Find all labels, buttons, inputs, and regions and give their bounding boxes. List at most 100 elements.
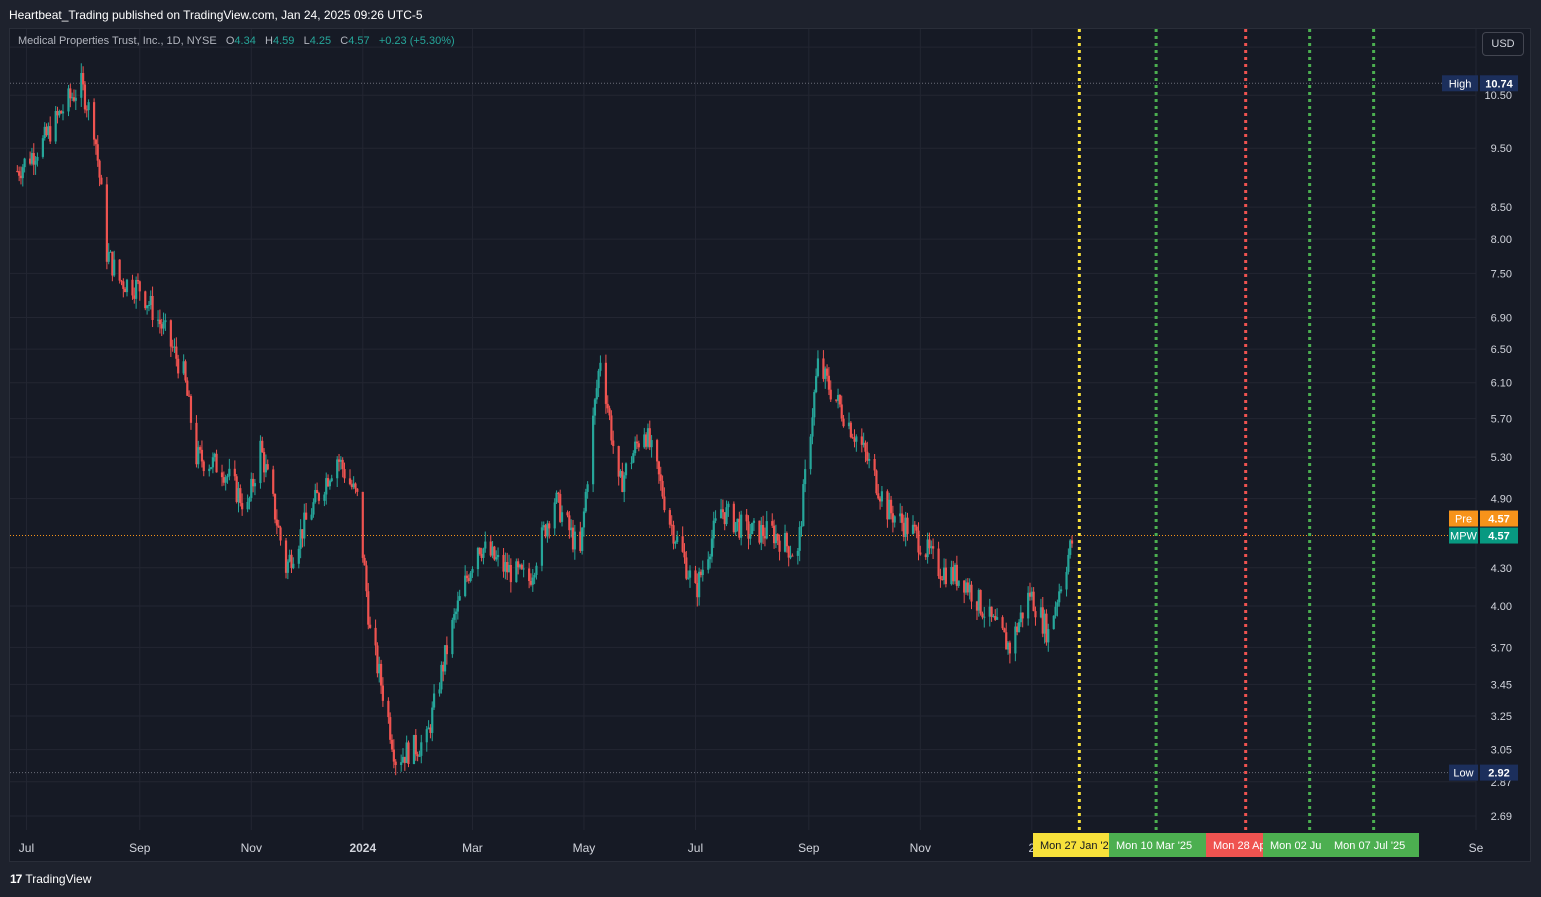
- candle-body: [765, 521, 768, 539]
- candle-body: [277, 525, 280, 528]
- x-tick-label: Sep: [129, 841, 151, 855]
- candle-body: [36, 156, 39, 161]
- candle-body: [586, 484, 589, 492]
- y-tick-label: 2.69: [1491, 811, 1512, 823]
- candle-body: [169, 320, 172, 347]
- candle-body: [1001, 617, 1004, 629]
- candle-body: [661, 480, 664, 497]
- candle-body: [683, 551, 686, 558]
- candle-body: [637, 443, 640, 448]
- candle-body: [74, 97, 77, 101]
- candle-body: [751, 522, 754, 535]
- candle-body: [606, 403, 609, 409]
- candle-body: [875, 470, 878, 494]
- y-tick-label: 9.50: [1491, 143, 1512, 155]
- candle-body: [582, 511, 586, 528]
- candle-body: [186, 380, 189, 396]
- candle-body: [69, 88, 72, 99]
- candle-body: [312, 502, 315, 515]
- candle-body: [136, 280, 140, 282]
- candle-body: [533, 574, 536, 578]
- candle-body: [189, 396, 193, 423]
- candle-body: [1054, 606, 1057, 616]
- candle-body: [809, 436, 812, 470]
- candle-body: [778, 540, 781, 552]
- candle-body: [791, 555, 794, 557]
- candle-body: [851, 437, 854, 439]
- candle-body: [226, 476, 229, 478]
- candle-body: [712, 520, 715, 539]
- x-tick-label: Jul: [19, 841, 34, 855]
- candle-body: [310, 514, 313, 520]
- candle-body: [889, 499, 893, 514]
- candle-body: [330, 478, 333, 482]
- candle-body: [721, 509, 724, 513]
- candle-body: [557, 492, 560, 495]
- candle-body: [659, 474, 662, 481]
- candle-body: [471, 569, 474, 573]
- candle-body: [944, 567, 948, 585]
- candle-body: [1017, 622, 1021, 633]
- candle-body: [714, 518, 717, 521]
- candle-body: [394, 761, 397, 766]
- candle-body: [343, 469, 346, 479]
- candle-body: [365, 565, 368, 592]
- candle-body: [392, 749, 395, 762]
- candle-body: [592, 415, 595, 485]
- candle-body: [82, 73, 85, 85]
- candle-body: [635, 441, 639, 444]
- candle-body: [381, 685, 384, 701]
- candle-body: [273, 493, 277, 520]
- candlestick-chart[interactable]: 11.5010.509.508.508.007.506.906.506.105.…: [0, 0, 1541, 897]
- candle-body: [868, 458, 871, 461]
- candle-body: [599, 362, 602, 371]
- candle-body: [122, 281, 125, 289]
- candle-body: [849, 422, 852, 438]
- candle-body: [418, 755, 421, 757]
- candle-body: [41, 138, 45, 157]
- candle-body: [456, 600, 459, 612]
- candle-body: [253, 483, 257, 487]
- candle-body: [317, 493, 321, 501]
- candle-body: [184, 361, 187, 381]
- tradingview-logo[interactable]: 17 TradingView: [10, 872, 91, 886]
- candle-body: [454, 611, 458, 615]
- candle-body: [1056, 602, 1059, 607]
- candle-body: [348, 478, 352, 485]
- candle-body: [584, 491, 587, 512]
- candle-body: [465, 575, 469, 579]
- candle-body: [915, 526, 918, 531]
- candle-body: [581, 527, 584, 551]
- candle-body: [825, 368, 829, 376]
- y-tick-label: 3.70: [1491, 642, 1512, 654]
- candle-body: [61, 111, 65, 114]
- candle-body: [458, 596, 461, 601]
- y-tick-label: 4.00: [1491, 601, 1512, 613]
- candle-body: [623, 475, 626, 492]
- time-marker-label: Mon 02 Ju: [1270, 840, 1321, 852]
- candle-body: [752, 520, 756, 523]
- candle-body: [937, 548, 940, 577]
- candle-body: [305, 512, 308, 520]
- candle-body: [1047, 629, 1050, 643]
- candle-body: [239, 488, 242, 504]
- candle-body: [208, 468, 211, 472]
- candle-body: [816, 358, 820, 377]
- candle-body: [241, 503, 244, 510]
- y-tick-label: 5.70: [1491, 414, 1512, 426]
- candle-body: [595, 388, 598, 400]
- candle-body: [125, 279, 129, 293]
- candle-body: [593, 399, 597, 416]
- price-tag-value: 4.57: [1488, 514, 1509, 526]
- candle-body: [266, 464, 269, 470]
- candle-body: [522, 568, 525, 570]
- candle-body: [432, 693, 436, 708]
- candle-body: [873, 458, 876, 471]
- candle-body: [1052, 615, 1055, 630]
- candle-body: [520, 564, 523, 569]
- candle-body: [734, 522, 737, 533]
- candle-body: [94, 139, 98, 145]
- currency-button[interactable]: USD: [1482, 32, 1524, 56]
- candle-body: [707, 559, 710, 570]
- x-tick-label: Nov: [241, 841, 262, 855]
